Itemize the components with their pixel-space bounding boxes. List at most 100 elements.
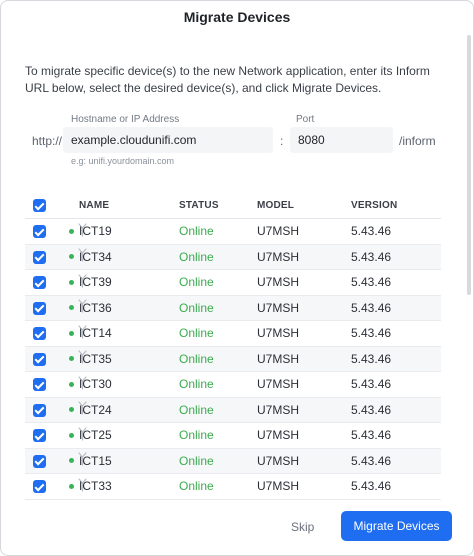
table-row[interactable]: ICT14 Online U7MSH 5.43.46 (25, 320, 441, 347)
device-name: ICT35 (79, 346, 179, 372)
row-select-cell (25, 448, 55, 474)
device-version: 5.43.46 (351, 397, 441, 423)
device-version: 5.43.46 (351, 244, 441, 270)
device-name: ICT14 (79, 320, 179, 347)
device-model: U7MSH (257, 244, 351, 270)
status-dot-icon (69, 458, 74, 464)
device-status: Online (179, 269, 257, 296)
status-dot-icon (69, 407, 74, 413)
row-checkbox[interactable] (33, 276, 46, 290)
row-checkbox[interactable] (33, 301, 46, 315)
row-select-cell (25, 397, 55, 423)
table-row[interactable]: ICT25 Online U7MSH 5.43.46 (25, 422, 441, 449)
status-dot-icon (69, 330, 74, 336)
device-status: Online (179, 371, 257, 398)
device-version: 5.43.46 (351, 320, 441, 347)
row-select-cell (25, 320, 55, 347)
row-checkbox[interactable] (33, 454, 46, 468)
row-select-cell (25, 371, 55, 398)
row-select-cell (25, 244, 55, 270)
status-dot-icon (69, 381, 74, 387)
device-model: U7MSH (257, 422, 351, 449)
name-column-header[interactable]: NAME (79, 193, 179, 219)
row-checkbox[interactable] (33, 480, 46, 494)
row-indicator-cell (55, 244, 87, 270)
device-model: U7MSH (257, 473, 351, 500)
skip-button[interactable]: Skip (291, 520, 314, 534)
device-name: ICT19 (79, 218, 179, 245)
model-column-header[interactable]: MODEL (257, 193, 351, 219)
device-status: Online (179, 320, 257, 347)
table-row[interactable]: ICT30 Online U7MSH 5.43.46 (25, 371, 441, 398)
protocol-prefix: http:// (32, 134, 63, 148)
device-version: 5.43.46 (351, 448, 441, 474)
device-status: Online (179, 346, 257, 372)
row-indicator-cell (55, 295, 87, 321)
row-checkbox[interactable] (33, 429, 46, 443)
devices-table: NAME STATUS MODEL VERSION ICT19 Online U7M… (25, 193, 441, 500)
hostname-hint: e.g: unifi.yourdomain.com (71, 156, 175, 166)
hostname-label: Hostname or IP Address (71, 114, 180, 125)
table-row[interactable]: ICT15 Online U7MSH 5.43.46 (25, 448, 441, 474)
status-dot-icon (69, 356, 74, 362)
table-row[interactable]: ICT19 Online U7MSH 5.43.46 (25, 218, 441, 245)
device-name: ICT33 (79, 473, 179, 500)
device-name: ICT24 (79, 397, 179, 423)
version-column-header[interactable]: VERSION (351, 193, 441, 219)
inform-suffix: /inform (399, 134, 436, 148)
device-version: 5.43.46 (351, 346, 441, 372)
row-indicator-cell (55, 346, 87, 372)
row-select-cell (25, 422, 55, 449)
status-dot-icon (69, 279, 74, 285)
status-dot-icon (69, 228, 74, 234)
device-version: 5.43.46 (351, 422, 441, 449)
table-row[interactable]: ICT34 Online U7MSH 5.43.46 (25, 244, 441, 270)
row-checkbox[interactable] (33, 327, 46, 341)
device-status: Online (179, 397, 257, 423)
select-all-header (25, 193, 55, 219)
migrate-devices-dialog: Migrate Devices To migrate specific devi… (0, 0, 474, 556)
row-indicator-cell (55, 371, 87, 398)
intro-text: To migrate specific device(s) to the new… (25, 64, 430, 95)
status-column-header[interactable]: STATUS (179, 193, 257, 219)
table-header-row: NAME STATUS MODEL VERSION (25, 193, 441, 219)
status-dot-icon (69, 483, 74, 489)
row-indicator-cell (55, 397, 87, 423)
device-name: ICT34 (79, 244, 179, 270)
row-checkbox[interactable] (33, 352, 46, 366)
port-separator: : (280, 134, 284, 148)
table-row[interactable]: ICT36 Online U7MSH 5.43.46 (25, 295, 441, 321)
row-checkbox[interactable] (33, 403, 46, 417)
status-dot-icon (69, 305, 74, 311)
row-indicator-cell (55, 422, 87, 449)
row-indicator-cell (55, 473, 87, 500)
scrollbar[interactable] (467, 35, 471, 295)
device-status: Online (179, 448, 257, 474)
device-model: U7MSH (257, 346, 351, 372)
port-input[interactable] (290, 127, 393, 153)
device-model: U7MSH (257, 448, 351, 474)
device-model: U7MSH (257, 269, 351, 296)
row-select-cell (25, 346, 55, 372)
row-checkbox[interactable] (33, 378, 46, 392)
table-row[interactable]: ICT33 Online U7MSH 5.43.46 (25, 473, 441, 500)
row-checkbox[interactable] (33, 250, 46, 264)
device-name: ICT36 (79, 295, 179, 321)
select-all-checkbox[interactable] (33, 199, 46, 212)
migrate-devices-button[interactable]: Migrate Devices (341, 511, 452, 541)
status-dot-icon (69, 254, 74, 260)
device-version: 5.43.46 (351, 473, 441, 500)
table-row[interactable]: ICT35 Online U7MSH 5.43.46 (25, 346, 441, 372)
row-select-cell (25, 473, 55, 500)
device-model: U7MSH (257, 397, 351, 423)
row-indicator-cell (55, 320, 87, 347)
device-status: Online (179, 244, 257, 270)
row-indicator-cell (55, 269, 87, 296)
hostname-input[interactable] (63, 127, 273, 153)
device-status: Online (179, 473, 257, 500)
device-version: 5.43.46 (351, 295, 441, 321)
device-model: U7MSH (257, 295, 351, 321)
table-row[interactable]: ICT39 Online U7MSH 5.43.46 (25, 269, 441, 296)
table-row[interactable]: ICT24 Online U7MSH 5.43.46 (25, 397, 441, 423)
row-checkbox[interactable] (33, 225, 46, 239)
